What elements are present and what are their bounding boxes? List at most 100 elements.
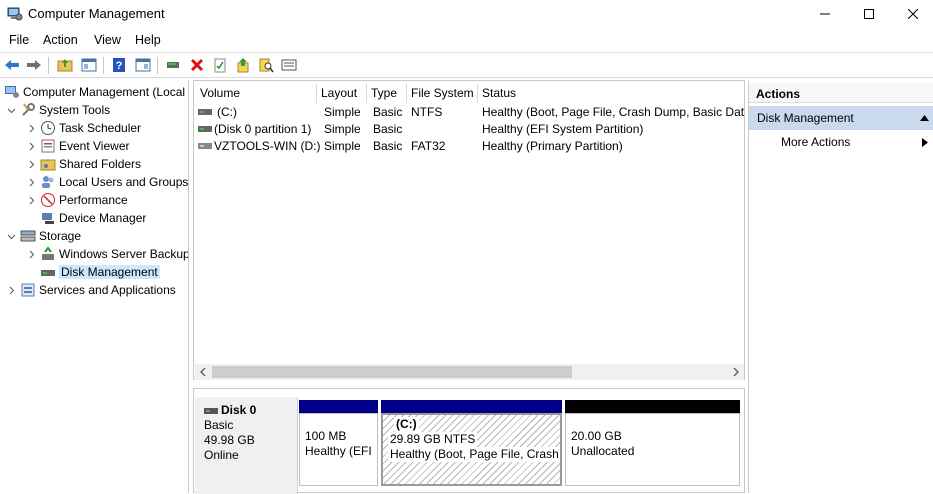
tree-label: Device Manager	[59, 211, 147, 225]
back-button[interactable]	[3, 56, 21, 74]
show-hide-action-pane-button[interactable]	[134, 56, 152, 74]
tree-item-root[interactable]: Computer Management (Local	[4, 83, 185, 101]
partition-unallocated[interactable]: 20.00 GB Unallocated	[565, 400, 740, 486]
export-button[interactable]	[234, 56, 252, 74]
tree-item-storage[interactable]: Storage	[6, 227, 81, 245]
disk-name: Disk 0	[221, 403, 257, 417]
tree-item-performance[interactable]: Performance	[26, 191, 128, 209]
help-button[interactable]: ?	[110, 56, 128, 74]
partition-status: Unallocated	[571, 444, 635, 458]
up-folder-button[interactable]	[56, 56, 74, 74]
minimize-button[interactable]	[802, 0, 848, 28]
chevron-right-icon[interactable]	[6, 285, 16, 295]
computer-management-icon	[7, 7, 23, 21]
disk-label[interactable]: Disk 0 Basic 49.98 GB Online	[195, 397, 298, 494]
partition-size: 100 MB	[305, 429, 347, 443]
tree-item-system-tools[interactable]: System Tools	[6, 101, 110, 119]
chevron-right-icon[interactable]	[26, 249, 36, 259]
volume-row[interactable]: (Disk 0 partition 1) Simple Basic Health…	[194, 121, 744, 138]
partition-efi[interactable]: 100 MB Healthy (EFI	[299, 400, 378, 486]
chevron-down-icon[interactable]	[6, 105, 16, 115]
volume-icon	[198, 126, 212, 132]
collapse-up-icon[interactable]	[920, 115, 929, 121]
center-pane: Volume Layout Type File System Status (C…	[193, 80, 745, 494]
forward-button[interactable]	[25, 56, 43, 74]
tree-item-local-users[interactable]: Local Users and Groups	[26, 173, 188, 191]
connect-icon	[167, 62, 179, 68]
tree-item-disk-management[interactable]: Disk Management	[26, 263, 160, 281]
navigation-tree: Computer Management (Local System Tools …	[0, 80, 189, 493]
disk-icon	[204, 407, 218, 414]
tree-item-event-viewer[interactable]: Event Viewer	[26, 137, 129, 155]
column-header-layout[interactable]: Layout	[317, 84, 367, 103]
chevron-right-icon[interactable]	[26, 123, 36, 133]
actions-pane: Actions Disk Management More Actions	[748, 80, 933, 493]
volume-status: Healthy (Primary Partition)	[482, 139, 623, 153]
volume-type: Basic	[373, 122, 403, 136]
tree-item-windows-server-backup[interactable]: Windows Server Backup	[26, 245, 188, 263]
tree-label: Task Scheduler	[59, 121, 142, 135]
partition-bar	[565, 400, 740, 413]
column-header-type[interactable]: Type	[367, 84, 407, 103]
menu-help[interactable]: Help	[135, 33, 161, 47]
volume-layout: Simple	[324, 139, 361, 153]
volume-row[interactable]: VZTOOLS-WIN (D:) Simple Basic FAT32 Heal…	[194, 138, 744, 155]
tree-label: Event Viewer	[59, 139, 130, 153]
export-icon	[237, 58, 249, 73]
close-button[interactable]	[890, 0, 933, 28]
volume-row[interactable]: (C:) Simple Basic NTFS Healthy (Boot, Pa…	[194, 104, 744, 121]
connect-button[interactable]	[164, 56, 182, 74]
partition-status: Healthy (Boot, Page File, Crash I	[388, 447, 560, 462]
volume-status: Healthy (Boot, Page File, Crash Dump, Ba…	[482, 105, 744, 119]
maximize-button[interactable]	[846, 0, 892, 28]
horizontal-scrollbar[interactable]	[195, 364, 744, 380]
volume-name: (C:)	[217, 105, 237, 119]
more-actions-label: More Actions	[781, 135, 851, 149]
chevron-right-icon[interactable]	[26, 159, 36, 169]
device-manager-icon	[42, 213, 54, 224]
tree-item-services-apps[interactable]: Services and Applications	[6, 281, 176, 299]
actions-group-disk-management[interactable]: Disk Management	[749, 106, 933, 130]
list-icon	[281, 59, 297, 71]
svg-text:?: ?	[116, 60, 123, 72]
properties-button[interactable]	[211, 56, 229, 74]
more-actions-item[interactable]: More Actions	[749, 132, 933, 152]
column-header-volume[interactable]: Volume	[196, 84, 317, 103]
toolbar: ?	[0, 52, 933, 78]
partition-size: 20.00 GB	[571, 429, 622, 443]
volume-type: Basic	[373, 105, 403, 119]
volume-fs: NTFS	[411, 105, 443, 119]
menu-action[interactable]: Action	[43, 33, 78, 47]
window-title: Computer Management	[28, 6, 165, 21]
storage-icon	[20, 230, 36, 242]
column-header-file-system[interactable]: File System	[407, 84, 478, 103]
chevron-right-icon[interactable]	[26, 177, 36, 187]
chevron-right-icon	[922, 138, 928, 147]
scroll-right-icon[interactable]	[732, 368, 740, 376]
show-hide-tree-button[interactable]	[80, 56, 98, 74]
forward-icon	[27, 60, 41, 70]
help-icon: ?	[113, 58, 125, 72]
volume-layout: Simple	[324, 105, 361, 119]
menu-view[interactable]: View	[94, 33, 121, 47]
column-header-status[interactable]: Status	[478, 84, 744, 103]
volume-icon	[198, 143, 212, 149]
delete-button[interactable]	[188, 56, 206, 74]
title-bar: Computer Management	[0, 0, 933, 28]
volume-status: Healthy (EFI System Partition)	[482, 122, 644, 136]
scroll-thumb[interactable]	[212, 366, 572, 378]
partition-c[interactable]: (C:) 29.89 GB NTFS Healthy (Boot, Page F…	[381, 400, 562, 486]
scroll-left-icon[interactable]	[199, 368, 207, 376]
chevron-down-icon[interactable]	[6, 231, 16, 241]
volume-icon	[198, 109, 212, 115]
tree-label: Disk Management	[59, 265, 160, 279]
disk-size: 49.98 GB	[204, 433, 255, 447]
search-button[interactable]	[257, 56, 275, 74]
tree-item-shared-folders[interactable]: Shared Folders	[26, 155, 141, 173]
chevron-right-icon[interactable]	[26, 141, 36, 151]
list-button[interactable]	[280, 56, 298, 74]
chevron-right-icon[interactable]	[26, 195, 36, 205]
menu-file[interactable]: File	[9, 33, 29, 47]
tree-item-task-scheduler[interactable]: Task Scheduler	[26, 119, 141, 137]
tree-item-device-manager[interactable]: Device Manager	[26, 209, 146, 227]
